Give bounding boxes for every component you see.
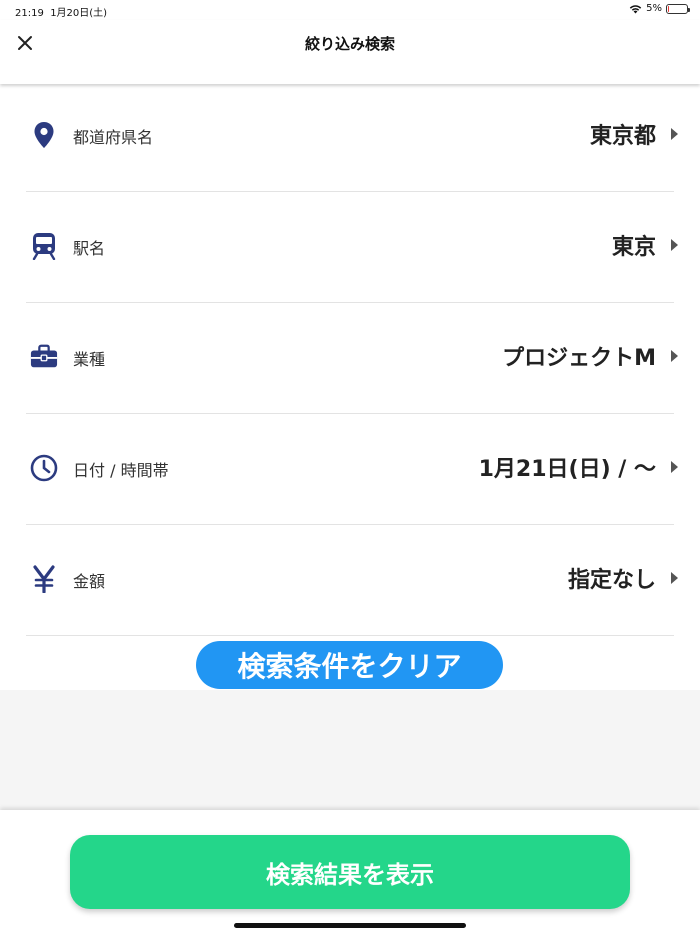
map-pin-icon — [30, 120, 58, 150]
status-time: 21:19 1月20日(土) — [15, 4, 107, 19]
wifi-icon — [629, 4, 642, 13]
filter-row-industry[interactable]: 業種 プロジェクトM — [26, 302, 678, 414]
filter-label: 金額 — [73, 572, 106, 591]
filter-row-prefecture[interactable]: 都道府県名 東京都 — [26, 80, 678, 192]
filter-value: 東京 — [611, 235, 656, 260]
status-date: 1月20日(土) — [50, 8, 108, 19]
caret-right-icon — [671, 128, 678, 140]
filter-row-price[interactable]: 金額 指定なし — [26, 524, 678, 636]
filter-label: 都道府県名 — [73, 128, 154, 147]
status-indicators: 5% — [629, 3, 690, 14]
briefcase-icon — [30, 342, 58, 372]
clock-icon — [30, 453, 58, 483]
bottom-panel: 検索結果を表示 — [0, 810, 700, 934]
status-clock: 21:19 — [15, 8, 44, 19]
caret-right-icon — [671, 350, 678, 362]
home-indicator[interactable] — [234, 923, 466, 928]
caret-right-icon — [671, 572, 678, 584]
yen-icon — [30, 564, 58, 594]
filter-value: 1月21日(日) / 〜 — [478, 457, 656, 482]
page-title: 絞り込み検索 — [304, 35, 395, 53]
show-results-button[interactable]: 検索結果を表示 — [70, 835, 630, 909]
battery-percent: 5% — [646, 3, 662, 14]
header: 絞り込み検索 — [0, 20, 700, 84]
filter-row-datetime[interactable]: 日付 / 時間帯 1月21日(日) / 〜 — [26, 413, 678, 525]
filter-value: 指定なし — [567, 568, 656, 593]
status-bar: 21:19 1月20日(土) 5% — [0, 0, 700, 20]
filter-label: 日付 / 時間帯 — [73, 461, 169, 480]
empty-area — [0, 690, 700, 810]
filter-row-station[interactable]: 駅名 東京 — [26, 191, 678, 303]
clear-conditions-button[interactable]: 検索条件をクリア — [196, 641, 503, 689]
filter-value: プロジェクトM — [502, 346, 656, 371]
caret-right-icon — [671, 239, 678, 251]
filter-value: 東京都 — [589, 124, 656, 149]
battery-level — [668, 5, 669, 12]
filter-label: 駅名 — [73, 239, 106, 258]
battery-icon — [666, 3, 690, 14]
filter-label: 業種 — [73, 350, 106, 369]
train-icon — [30, 231, 58, 261]
filter-list: 都道府県名 東京都 駅名 東京 業種 プロジェクトM 日付 / 時間帯 1月21… — [0, 80, 700, 690]
caret-right-icon — [671, 461, 678, 473]
